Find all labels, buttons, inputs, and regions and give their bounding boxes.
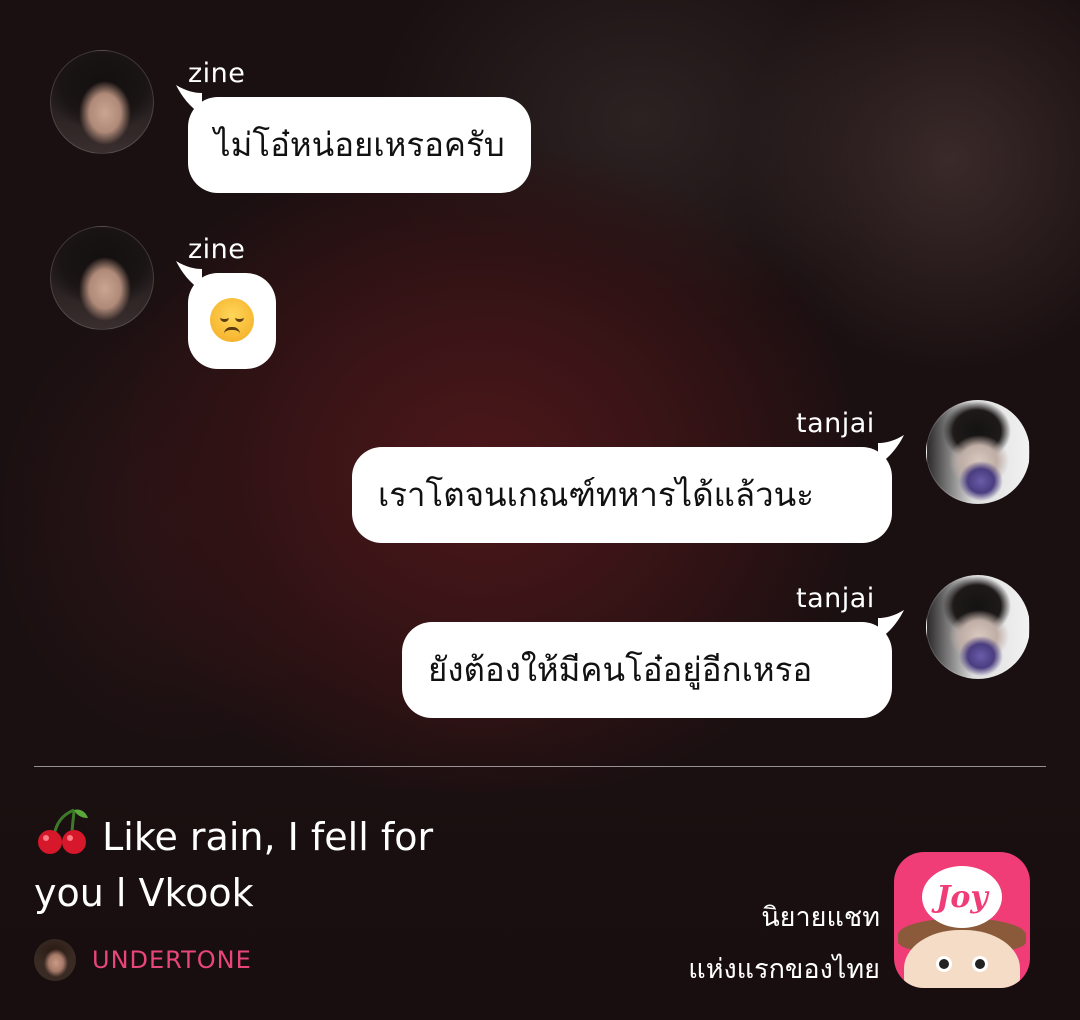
bubble-tail [176, 85, 202, 115]
sender-name: tanjai [796, 583, 875, 614]
sender-name: tanjai [796, 408, 875, 439]
author-avatar [34, 939, 76, 981]
joylada-logo[interactable]: Joy [894, 852, 1030, 988]
message-bubble[interactable]: ไม่โอ๋หน่อยเหรอครับ [176, 85, 531, 193]
story-title-text: Like rain, I fell for you l Vkook [34, 815, 434, 915]
avatar-zine[interactable] [50, 226, 154, 330]
brand-tagline-line2: แห่งแรกของไทย [688, 954, 880, 985]
message-bubble[interactable]: เราโตจนเกณฑ์ทหารได้แล้วนะ [352, 435, 904, 543]
bubble-tail [176, 261, 202, 291]
author-name: UNDERTONE [92, 946, 252, 974]
message-bubble[interactable]: ยังต้องให้มีคนโอ๋อยู่อีกเหรอ [402, 610, 904, 718]
avatar-tanjai[interactable] [926, 400, 1030, 504]
bubble-tail [878, 435, 904, 465]
avatar-tanjai[interactable] [926, 575, 1030, 679]
brand-tagline: นิยายแชท แห่งแรกของไทย [688, 892, 880, 996]
story-title[interactable]: Like rain, I fell for you l Vkook [34, 806, 454, 921]
disappointed-face-icon [210, 297, 254, 342]
avatar-zine[interactable] [50, 50, 154, 154]
bubble-tail [878, 610, 904, 640]
message-text: ยังต้องให้มีคนโอ๋อยู่อีกเหรอ [428, 650, 813, 689]
logo-speech-bubble: Joy [922, 866, 1002, 928]
message-text: เราโตจนเกณฑ์ทหารได้แล้วนะ [378, 475, 814, 514]
logo-eye [972, 956, 988, 972]
logo-eye [936, 956, 952, 972]
message-bubble[interactable] [176, 261, 276, 369]
divider [34, 766, 1046, 767]
author[interactable]: UNDERTONE [34, 938, 252, 982]
cherry-icon [34, 806, 90, 856]
brand-tagline-line1: นิยายแชท [761, 902, 880, 933]
message-text: ไม่โอ๋หน่อยเหรอครับ [214, 125, 505, 164]
